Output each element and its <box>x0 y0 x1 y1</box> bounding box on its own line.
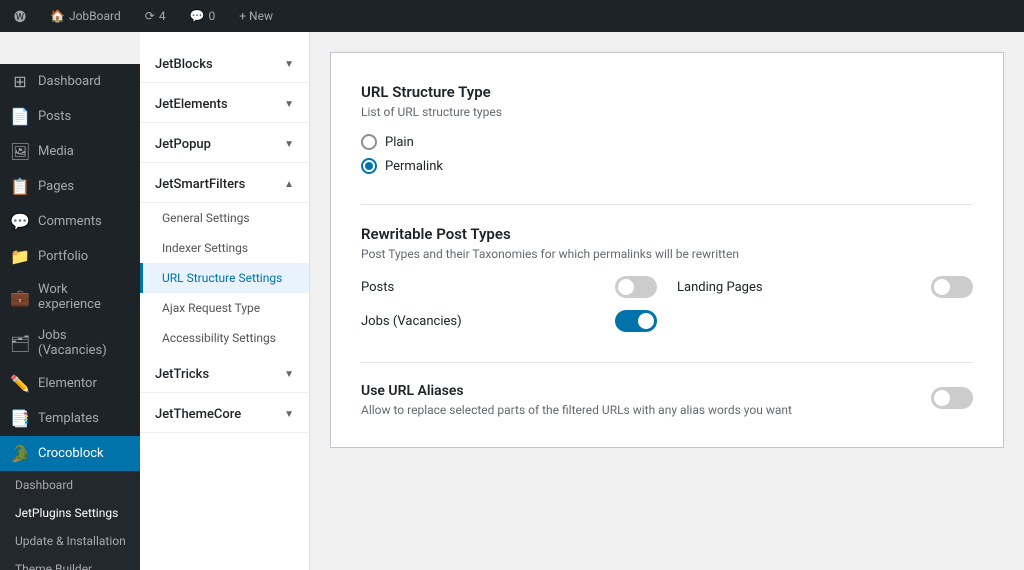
jettricks-header[interactable]: JetTricks ▼ <box>140 357 309 393</box>
alias-title: Use URL Aliases <box>361 383 792 399</box>
divider-1 <box>361 204 973 205</box>
rewritable-post-types-title: Rewritable Post Types <box>361 225 973 243</box>
rewritable-landing-pages-toggle[interactable] <box>931 276 973 298</box>
new-content[interactable]: + New <box>233 0 279 32</box>
rewritable-posts: Posts <box>361 276 657 298</box>
wp-logo[interactable]: 🅦 <box>8 0 32 32</box>
jetblocks-arrow: ▼ <box>284 59 294 70</box>
jetthemecore-section: JetThemeCore ▼ <box>140 397 309 433</box>
comments-icon: 💬 <box>10 212 30 231</box>
work-experience-icon: 💼 <box>10 288 30 307</box>
url-structure-settings-item[interactable]: URL Structure Settings <box>140 263 309 293</box>
sidebar-item-work-experience[interactable]: 💼 Work experience <box>0 274 140 320</box>
ajax-request-type-item[interactable]: Ajax Request Type <box>140 293 309 323</box>
sidebar-item-posts[interactable]: 📄 Posts <box>0 99 140 134</box>
radio-permalink-input[interactable] <box>361 158 377 174</box>
jetsmartfilters-section: JetSmartFilters ▲ General Settings Index… <box>140 167 309 353</box>
rewritable-grid: Posts Landing Pages Jobs (Vacancies) <box>361 276 973 332</box>
sidebar: ⊞ Dashboard 📄 Posts 🖼 Media 📋 Pages 💬 Co… <box>0 64 140 570</box>
rewritable-post-types-section: Rewritable Post Types Post Types and the… <box>361 225 973 332</box>
pages-icon: 📋 <box>10 177 30 196</box>
rewritable-jobs: Jobs (Vacancies) <box>361 310 657 332</box>
rewritable-post-types-desc: Post Types and their Taxonomies for whic… <box>361 247 973 261</box>
sidebar-sub-update[interactable]: Update & Installation <box>0 527 140 555</box>
sidebar-item-dashboard[interactable]: ⊞ Dashboard <box>0 64 140 99</box>
comments[interactable]: 💬 0 <box>184 0 222 32</box>
content-area: URL Structure Type List of URL structure… <box>310 32 1024 570</box>
portfolio-icon: 📁 <box>10 247 30 266</box>
main-wrapper: ⊞ Dashboard 📄 Posts 🖼 Media 📋 Pages 💬 Co… <box>0 32 1024 570</box>
dashboard-icon: ⊞ <box>10 72 30 91</box>
templates-icon: 📑 <box>10 409 30 428</box>
alias-header: Use URL Aliases Allow to replace selecte… <box>361 383 973 417</box>
url-structure-radio-group: Plain Permalink <box>361 134 973 174</box>
crocoblock-header[interactable]: 🐊 Crocoblock <box>0 436 140 471</box>
jettricks-arrow: ▼ <box>284 369 294 380</box>
jetthemecore-arrow: ▼ <box>284 409 294 420</box>
elementor-icon: ✏️ <box>10 374 30 393</box>
radio-permalink[interactable]: Permalink <box>361 158 973 174</box>
media-icon: 🖼 <box>10 142 30 161</box>
sidebar-item-templates[interactable]: 📑 Templates <box>0 401 140 436</box>
sidebar-item-pages[interactable]: 📋 Pages <box>0 169 140 204</box>
sidebar-item-elementor[interactable]: ✏️ Elementor <box>0 366 140 401</box>
alias-text: Use URL Aliases Allow to replace selecte… <box>361 383 792 417</box>
site-name[interactable]: 🏠 JobBoard <box>44 0 127 32</box>
wp-icon: 🅦 <box>14 8 26 25</box>
jetpopup-section: JetPopup ▼ <box>140 127 309 163</box>
url-structure-type-title: URL Structure Type <box>361 83 973 101</box>
rewritable-jobs-toggle[interactable] <box>615 310 657 332</box>
updates-icon: ⟳ <box>145 9 155 23</box>
sidebar-item-comments[interactable]: 💬 Comments <box>0 204 140 239</box>
rewritable-jobs-label: Jobs (Vacancies) <box>361 314 462 329</box>
posts-icon: 📄 <box>10 107 30 126</box>
comments-icon: 💬 <box>190 9 205 23</box>
radio-plain[interactable]: Plain <box>361 134 973 150</box>
radio-permalink-label: Permalink <box>385 159 443 174</box>
rewritable-landing-pages: Landing Pages <box>677 276 973 298</box>
updates[interactable]: ⟳ 4 <box>139 0 172 32</box>
jetelements-arrow: ▼ <box>284 99 294 110</box>
sidebar-sub-dashboard[interactable]: Dashboard <box>0 471 140 499</box>
settings-card: URL Structure Type List of URL structure… <box>330 52 1004 448</box>
jetpopup-arrow: ▼ <box>284 139 294 150</box>
accessibility-settings-item[interactable]: Accessibility Settings <box>140 323 309 353</box>
jobs-icon: 🗂 <box>10 334 30 353</box>
url-aliases-section: Use URL Aliases Allow to replace selecte… <box>361 383 973 417</box>
sidebar-item-jobs[interactable]: 🗂 Jobs (Vacancies) <box>0 320 140 366</box>
jetblocks-header[interactable]: JetBlocks ▼ <box>140 47 309 83</box>
sidebar-sub-theme-builder[interactable]: Theme Builder <box>0 555 140 570</box>
crocoblock-icon: 🐊 <box>10 444 30 463</box>
indexer-settings-item[interactable]: Indexer Settings <box>140 233 309 263</box>
general-settings-item[interactable]: General Settings <box>140 203 309 233</box>
jettricks-section: JetTricks ▼ <box>140 357 309 393</box>
jetelements-section: JetElements ▼ <box>140 87 309 123</box>
jetsmartfilters-arrow: ▲ <box>284 179 294 190</box>
sidebar-item-portfolio[interactable]: 📁 Portfolio <box>0 239 140 274</box>
sidebar-sub-jetplugins[interactable]: JetPlugins Settings <box>0 499 140 527</box>
admin-bar: 🅦 🏠 JobBoard ⟳ 4 💬 0 + New <box>0 0 1024 32</box>
rewritable-posts-label: Posts <box>361 280 394 295</box>
jetelements-header[interactable]: JetElements ▼ <box>140 87 309 123</box>
jetblocks-section: JetBlocks ▼ <box>140 47 309 83</box>
jetpopup-header[interactable]: JetPopup ▼ <box>140 127 309 163</box>
jetsmartfilters-header[interactable]: JetSmartFilters ▲ <box>140 167 309 203</box>
divider-2 <box>361 362 973 363</box>
left-panel: JetBlocks ▼ JetElements ▼ JetPopup ▼ Jet… <box>140 32 310 570</box>
url-structure-type-section: URL Structure Type List of URL structure… <box>361 83 973 174</box>
home-icon: 🏠 <box>50 9 65 23</box>
url-structure-type-desc: List of URL structure types <box>361 105 973 119</box>
jetthemecore-header[interactable]: JetThemeCore ▼ <box>140 397 309 433</box>
radio-plain-input[interactable] <box>361 134 377 150</box>
crocoblock-section: 🐊 Crocoblock Dashboard JetPlugins Settin… <box>0 436 140 570</box>
alias-desc: Allow to replace selected parts of the f… <box>361 403 792 417</box>
radio-plain-label: Plain <box>385 135 414 150</box>
rewritable-posts-toggle[interactable] <box>615 276 657 298</box>
sidebar-item-media[interactable]: 🖼 Media <box>0 134 140 169</box>
url-aliases-toggle[interactable] <box>931 387 973 409</box>
rewritable-landing-pages-label: Landing Pages <box>677 280 763 295</box>
